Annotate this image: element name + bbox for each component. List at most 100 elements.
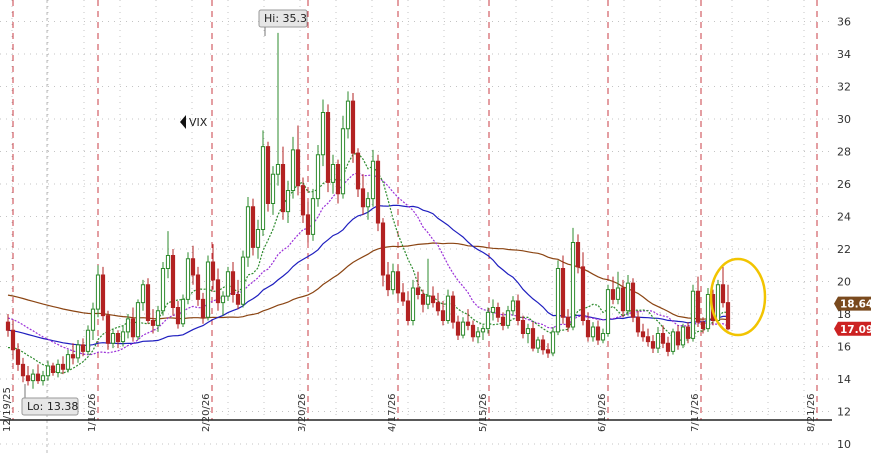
y-tick-label: 26 [837, 178, 851, 191]
symbol-marker-icon [180, 115, 186, 129]
candle-body [95, 274, 101, 310]
candle-body [270, 173, 276, 204]
y-tick-label: 28 [837, 146, 851, 159]
x-tick-label: 3/20/26 [297, 393, 308, 432]
candle-body [245, 206, 251, 258]
candle-body [120, 331, 126, 343]
x-tick-label: 1/16/26 [87, 393, 98, 432]
candle-body [460, 321, 466, 336]
candle-body [425, 295, 431, 305]
y-tick-label: 36 [837, 16, 851, 29]
symbol-label: VIX [180, 115, 208, 129]
candle-body [440, 310, 446, 321]
candle-body [45, 365, 51, 377]
y-axis: 1012141618202224262830323436 [837, 16, 851, 452]
price-tag-text: 18.64 [840, 299, 871, 311]
candle-body [600, 333, 606, 341]
candle-body [575, 242, 581, 268]
candle-body [445, 295, 451, 321]
x-tick-label: 7/17/26 [690, 393, 701, 432]
candle-body [450, 295, 456, 323]
candle-body [75, 344, 81, 359]
candle-body [490, 307, 496, 313]
candle-body [235, 294, 241, 305]
candle-body [200, 298, 206, 318]
candle-body [615, 287, 621, 300]
candle-body [350, 100, 356, 154]
candle-body [5, 321, 11, 331]
candle-body [370, 160, 376, 200]
candle-body [285, 190, 291, 213]
candle-body [355, 152, 361, 190]
candle-body [565, 316, 571, 328]
candle-body [160, 268, 166, 312]
candle-body [145, 284, 151, 321]
low-callout-text: Lo: 13.38 [27, 400, 78, 413]
candle-body [475, 331, 481, 338]
candle-body [50, 365, 56, 373]
candle-body [365, 198, 371, 208]
candle-body [25, 375, 31, 382]
candle-body [30, 373, 36, 382]
candle-body [585, 320, 591, 338]
candle-body [485, 311, 491, 330]
x-axis: 12/19/25 1/16/26 2/20/26 3/20/26 4/17/26 5/15… [2, 387, 817, 432]
symbol-text: VIX [189, 116, 208, 129]
candle-body [115, 333, 121, 343]
candle-body [405, 300, 411, 321]
candle-body [185, 258, 191, 300]
candle-body [705, 294, 711, 330]
x-tick-label: 12/19/25 [2, 387, 13, 432]
candle-body [345, 100, 351, 130]
candle-body [610, 289, 616, 300]
y-tick-label: 24 [837, 211, 851, 224]
candle-body [620, 287, 626, 312]
candle-body [605, 289, 611, 334]
candle-body [380, 222, 386, 276]
candle-body [640, 331, 646, 338]
candle-body [670, 331, 676, 352]
candle-body [10, 329, 16, 351]
candle-body [230, 271, 236, 295]
candle-body [480, 328, 486, 333]
candle-body [435, 302, 441, 312]
candle-body [15, 349, 21, 365]
candle-body [590, 326, 596, 338]
candle-body [700, 321, 706, 330]
candle-body [560, 268, 566, 318]
y-tick-label: 10 [837, 438, 851, 451]
candle-body [570, 242, 576, 328]
candle-body [65, 354, 71, 370]
candle-body [505, 310, 511, 326]
candle-body [150, 320, 156, 326]
y-tick-label: 30 [837, 113, 851, 126]
candle-body [155, 310, 161, 326]
candle-body [510, 300, 516, 312]
candle-body [385, 274, 391, 291]
candle-body [105, 315, 111, 344]
candle-body [80, 344, 86, 352]
candle-body [85, 329, 91, 352]
candle-body [415, 287, 421, 295]
candle-body [205, 261, 211, 318]
sma-long-line [7, 242, 729, 321]
candle-body [525, 328, 531, 334]
x-tick-label: 5/15/26 [478, 393, 489, 432]
candle-body [275, 164, 281, 175]
candle-body [720, 284, 726, 304]
candle-body [320, 112, 326, 156]
candle-body [165, 255, 171, 269]
candle-body [140, 284, 146, 304]
candle-body [695, 290, 701, 323]
candle-body [335, 164, 341, 195]
candle-body [500, 316, 506, 326]
y-tick-label: 32 [837, 81, 851, 94]
candle-body [715, 284, 721, 321]
candle-body [170, 255, 176, 308]
candle-body [315, 154, 321, 200]
candle-body [260, 146, 266, 230]
candle-body [665, 342, 671, 352]
candle-body [410, 287, 416, 321]
candle-body [680, 326, 686, 346]
candle-body [330, 164, 336, 183]
